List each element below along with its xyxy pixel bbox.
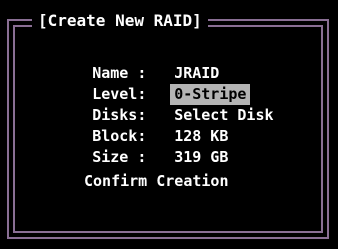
disks-label: Disks: [92, 106, 147, 124]
level-label: Level: [92, 85, 147, 103]
size-value[interactable]: 319 GB [174, 147, 228, 168]
name-value[interactable]: JRAID [174, 63, 219, 84]
block-label: Block: [92, 127, 147, 145]
raid-settings-list: Name : JRAID Level: 0-Stripe Disks: Select… [38, 42, 274, 166]
name-field[interactable]: Name : JRAID [38, 42, 274, 82]
name-label: Name : [92, 64, 156, 82]
level-value[interactable]: 0-Stripe [170, 84, 251, 105]
size-label: Size : [92, 148, 156, 166]
disks-value[interactable]: Select Disk [174, 105, 273, 126]
confirm-creation-button[interactable]: Confirm Creation [84, 171, 229, 192]
dialog-title: [Create New RAID] [32, 10, 208, 32]
create-raid-dialog: [Create New RAID] Name : JRAID Level: 0-S… [0, 0, 338, 249]
block-value[interactable]: 128 KB [174, 126, 228, 147]
